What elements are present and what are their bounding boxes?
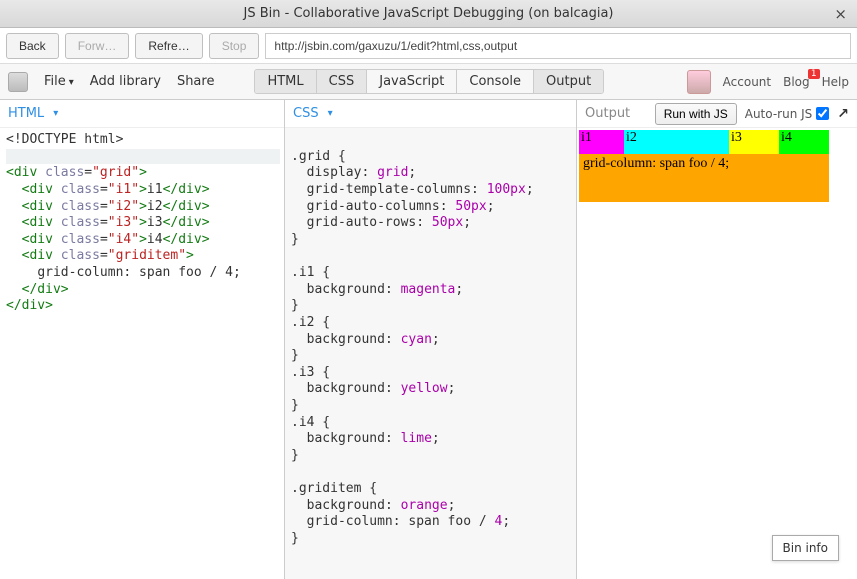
grid-cell-i4: i4: [779, 130, 829, 154]
autorun-label: Auto-run JS: [745, 107, 813, 121]
share-menu[interactable]: Share: [177, 74, 215, 89]
tab-css[interactable]: CSS: [317, 70, 368, 93]
caret-down-icon: ▾: [328, 108, 333, 119]
jsbin-toolbar: File▾ Add library Share HTML CSS JavaScr…: [0, 64, 857, 100]
window-titlebar: JS Bin - Collaborative JavaScript Debugg…: [0, 0, 857, 28]
autorun-toggle[interactable]: Auto-run JS: [745, 107, 830, 121]
output-render-area: i1 i2 i3 i4 grid-column: span foo / 4;: [577, 128, 857, 579]
jsbin-icon[interactable]: [8, 72, 28, 92]
account-link[interactable]: Account: [723, 75, 771, 89]
caret-down-icon: ▾: [69, 77, 74, 88]
add-library-menu[interactable]: Add library: [90, 74, 161, 89]
css-pane: CSS ▾ .grid { display: grid; grid-templat…: [285, 100, 577, 579]
tab-console[interactable]: Console: [457, 70, 534, 93]
blog-label: Blog: [783, 75, 810, 89]
rendered-grid: i1 i2 i3 i4 grid-column: span foo / 4;: [579, 130, 855, 178]
caret-down-icon: ▾: [53, 108, 58, 119]
avatar[interactable]: [687, 70, 711, 94]
bin-info-button[interactable]: Bin info: [772, 535, 840, 561]
file-menu[interactable]: File▾: [44, 74, 74, 89]
grid-item-orange: grid-column: span foo / 4;: [579, 154, 829, 202]
close-icon[interactable]: ×: [834, 5, 847, 23]
panel-tabs: HTML CSS JavaScript Console Output: [254, 69, 604, 94]
css-pane-label: CSS: [293, 106, 319, 121]
output-pane: Output Run with JS Auto-run JS ↗ i1 i2 i…: [577, 100, 857, 579]
help-link[interactable]: Help: [822, 75, 849, 89]
html-pane: HTML ▾ <!DOCTYPE html> <div class="grid">…: [0, 100, 285, 579]
back-button[interactable]: Back: [6, 33, 59, 59]
window-title: JS Bin - Collaborative JavaScript Debugg…: [244, 6, 614, 21]
tab-javascript[interactable]: JavaScript: [367, 70, 457, 93]
url-input[interactable]: [265, 33, 851, 59]
html-editor[interactable]: <!DOCTYPE html> <div class="grid"> <div …: [0, 128, 284, 579]
css-editor[interactable]: .grid { display: grid; grid-template-col…: [285, 128, 576, 579]
workspace: HTML ▾ <!DOCTYPE html> <div class="grid">…: [0, 100, 857, 579]
code-cursor-line: [6, 149, 280, 164]
forward-button[interactable]: Forw…: [65, 33, 130, 59]
run-with-js-button[interactable]: Run with JS: [655, 103, 737, 125]
grid-cell-i2: i2: [624, 130, 729, 154]
html-pane-header[interactable]: HTML ▾: [0, 100, 284, 128]
output-pane-header: Output Run with JS Auto-run JS ↗: [577, 100, 857, 128]
code-line: <!DOCTYPE html>: [6, 132, 123, 147]
grid-cell-i3: i3: [729, 130, 779, 154]
output-pane-label: Output: [585, 106, 630, 121]
tab-output[interactable]: Output: [534, 70, 603, 93]
blog-link[interactable]: Blog 1: [783, 75, 810, 89]
tab-html[interactable]: HTML: [255, 70, 316, 93]
blog-badge: 1: [808, 69, 820, 79]
browser-navbar: Back Forw… Refre… Stop: [0, 28, 857, 64]
stop-button[interactable]: Stop: [209, 33, 260, 59]
refresh-button[interactable]: Refre…: [135, 33, 202, 59]
file-menu-label: File: [44, 74, 66, 89]
css-pane-header[interactable]: CSS ▾: [285, 100, 576, 128]
popout-icon[interactable]: ↗: [837, 106, 849, 122]
autorun-checkbox[interactable]: [816, 107, 829, 120]
html-pane-label: HTML: [8, 106, 44, 121]
grid-cell-i1: i1: [579, 130, 624, 154]
